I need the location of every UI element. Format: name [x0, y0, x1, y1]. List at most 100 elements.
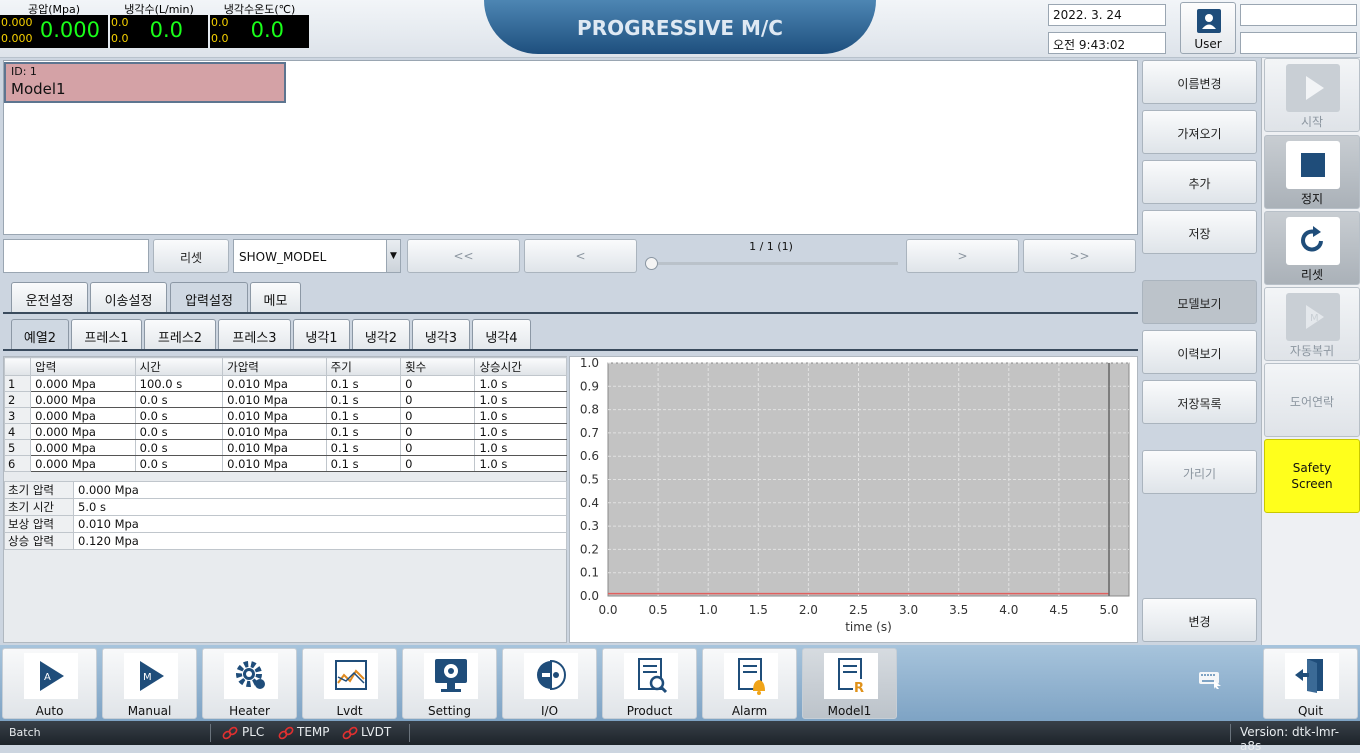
table-cell[interactable]: 0.0 s [134, 423, 224, 440]
nav-manual[interactable]: M Manual [102, 648, 197, 719]
model-view-button[interactable]: 모델보기 [1142, 280, 1257, 324]
table-cell[interactable]: 0 [400, 455, 476, 472]
table-row[interactable]: 2 0.000 Mpa 0.0 s 0.010 Mpa 0.1 s 0 1.0 s [3, 391, 567, 408]
safety-screen-button[interactable]: Safety Screen [1264, 439, 1360, 513]
table-cell[interactable]: 0.000 Mpa [30, 439, 136, 456]
table-cell[interactable]: 0 [400, 375, 476, 392]
table-cell[interactable]: 0 [400, 407, 476, 424]
table-row[interactable]: 1 0.000 Mpa 100.0 s 0.010 Mpa 0.1 s 0 1.0 s [3, 375, 567, 392]
param-value[interactable]: 5.0 s [73, 498, 567, 516]
column-header[interactable]: 시간 [134, 357, 224, 376]
table-cell[interactable]: 0.000 Mpa [30, 455, 136, 472]
table-cell[interactable]: 0.1 s [325, 455, 402, 472]
table-cell[interactable]: 0.010 Mpa [222, 407, 327, 424]
table-cell[interactable]: 0.0 s [134, 407, 224, 424]
add-button[interactable]: 추가 [1142, 160, 1257, 204]
column-header[interactable]: 주기 [325, 357, 402, 376]
page-slider-track[interactable] [652, 262, 898, 265]
table-cell[interactable]: 0.1 s [325, 375, 402, 392]
table-cell[interactable]: 0.010 Mpa [222, 423, 327, 440]
table-cell[interactable]: 1.0 s [474, 391, 567, 408]
param-value[interactable]: 0.010 Mpa [73, 515, 567, 533]
table-cell[interactable]: 1.0 s [474, 455, 567, 472]
table-cell[interactable]: 0.000 Mpa [30, 423, 136, 440]
page-slider-handle[interactable] [645, 257, 658, 270]
tab-press2[interactable]: 프레스2 [144, 319, 216, 349]
keyboard-icon[interactable] [1198, 669, 1222, 689]
table-row[interactable]: 6 0.000 Mpa 0.0 s 0.010 Mpa 0.1 s 0 1.0 s [3, 455, 567, 472]
tab-pressure[interactable]: 압력설정 [170, 282, 248, 312]
save-list-button[interactable]: 저장목록 [1142, 380, 1257, 424]
hide-button[interactable]: 가리기 [1142, 450, 1257, 494]
table-cell[interactable]: 0.0 s [134, 455, 224, 472]
filter-input[interactable] [3, 239, 149, 273]
change-button[interactable]: 변경 [1142, 598, 1257, 642]
table-cell[interactable]: 0.010 Mpa [222, 391, 327, 408]
table-cell[interactable]: 0 [400, 423, 476, 440]
nav-io[interactable]: I/O [502, 648, 597, 719]
chevron-down-icon[interactable]: ▼ [386, 240, 400, 272]
param-value[interactable]: 0.000 Mpa [73, 481, 567, 499]
tab-operation[interactable]: 운전설정 [11, 282, 88, 312]
import-button[interactable]: 가져오기 [1142, 110, 1257, 154]
column-header[interactable]: 횟수 [400, 357, 476, 376]
door-button[interactable]: 도어연락 [1264, 363, 1360, 437]
column-header[interactable]: 가압력 [222, 357, 327, 376]
tab-press1[interactable]: 프레스1 [71, 319, 142, 349]
param-value[interactable]: 0.120 Mpa [73, 532, 567, 550]
table-cell[interactable]: 0.1 s [325, 423, 402, 440]
quit-button[interactable]: Quit [1263, 648, 1358, 719]
table-cell[interactable]: 0.010 Mpa [222, 375, 327, 392]
nav-lvdt[interactable]: Lvdt [302, 648, 397, 719]
auto-return-button[interactable]: M 자동복귀 [1264, 287, 1360, 361]
prev-page-button[interactable]: < [524, 239, 637, 273]
table-cell[interactable]: 0.010 Mpa [222, 439, 327, 456]
tab-preheat2[interactable]: 예열2 [11, 319, 69, 349]
table-cell[interactable]: 1.0 s [474, 423, 567, 440]
table-cell[interactable]: 0.000 Mpa [30, 391, 136, 408]
table-cell[interactable]: 0.000 Mpa [30, 375, 136, 392]
table-cell[interactable]: 100.0 s [134, 375, 224, 392]
column-header[interactable]: 압력 [30, 357, 136, 376]
table-cell[interactable]: 0.1 s [325, 391, 402, 408]
table-cell[interactable]: 0.000 Mpa [30, 407, 136, 424]
tab-press3[interactable]: 프레스3 [218, 319, 291, 349]
view-select[interactable]: SHOW_MODEL ▼ [233, 239, 401, 273]
table-cell[interactable]: 1.0 s [474, 375, 567, 392]
nav-model[interactable]: R Model1 [802, 648, 897, 719]
table-row[interactable]: 5 0.000 Mpa 0.0 s 0.010 Mpa 0.1 s 0 1.0 s [3, 439, 567, 456]
tab-transfer[interactable]: 이송설정 [90, 282, 167, 312]
nav-auto[interactable]: A Auto [2, 648, 97, 719]
table-cell[interactable]: 0.1 s [325, 439, 402, 456]
rename-button[interactable]: 이름변경 [1142, 60, 1257, 104]
nav-setting[interactable]: Setting [402, 648, 497, 719]
tab-cool1[interactable]: 냉각1 [293, 319, 350, 349]
table-cell[interactable]: 1.0 s [474, 407, 567, 424]
table-row[interactable]: 4 0.000 Mpa 0.0 s 0.010 Mpa 0.1 s 0 1.0 s [3, 423, 567, 440]
table-cell[interactable]: 0.0 s [134, 439, 224, 456]
last-page-button[interactable]: >> [1023, 239, 1136, 273]
tab-cool4[interactable]: 냉각4 [472, 319, 531, 349]
nav-alarm[interactable]: Alarm [702, 648, 797, 719]
table-cell[interactable]: 0.010 Mpa [222, 455, 327, 472]
next-page-button[interactable]: > [906, 239, 1019, 273]
first-page-button[interactable]: << [407, 239, 520, 273]
save-button[interactable]: 저장 [1142, 210, 1257, 254]
table-cell[interactable]: 0 [400, 439, 476, 456]
user-button[interactable]: User [1180, 2, 1236, 54]
table-cell[interactable]: 1.0 s [474, 439, 567, 456]
start-button[interactable]: 시작 [1264, 58, 1360, 132]
table-row[interactable]: 3 0.000 Mpa 0.0 s 0.010 Mpa 0.1 s 0 1.0 s [3, 407, 567, 424]
tab-memo[interactable]: 메모 [250, 282, 301, 312]
reset-filter-button[interactable]: 리셋 [153, 239, 229, 273]
tab-cool2[interactable]: 냉각2 [352, 319, 410, 349]
tab-cool3[interactable]: 냉각3 [412, 319, 470, 349]
table-cell[interactable]: 0.0 s [134, 391, 224, 408]
table-cell[interactable]: 0 [400, 391, 476, 408]
reset-button[interactable]: 리셋 [1264, 211, 1360, 285]
nav-product[interactable]: Product [602, 648, 697, 719]
nav-heater[interactable]: Heater [202, 648, 297, 719]
column-header[interactable]: 상승시간 [474, 357, 567, 376]
stop-button[interactable]: 정지 [1264, 135, 1360, 209]
history-view-button[interactable]: 이력보기 [1142, 330, 1257, 374]
